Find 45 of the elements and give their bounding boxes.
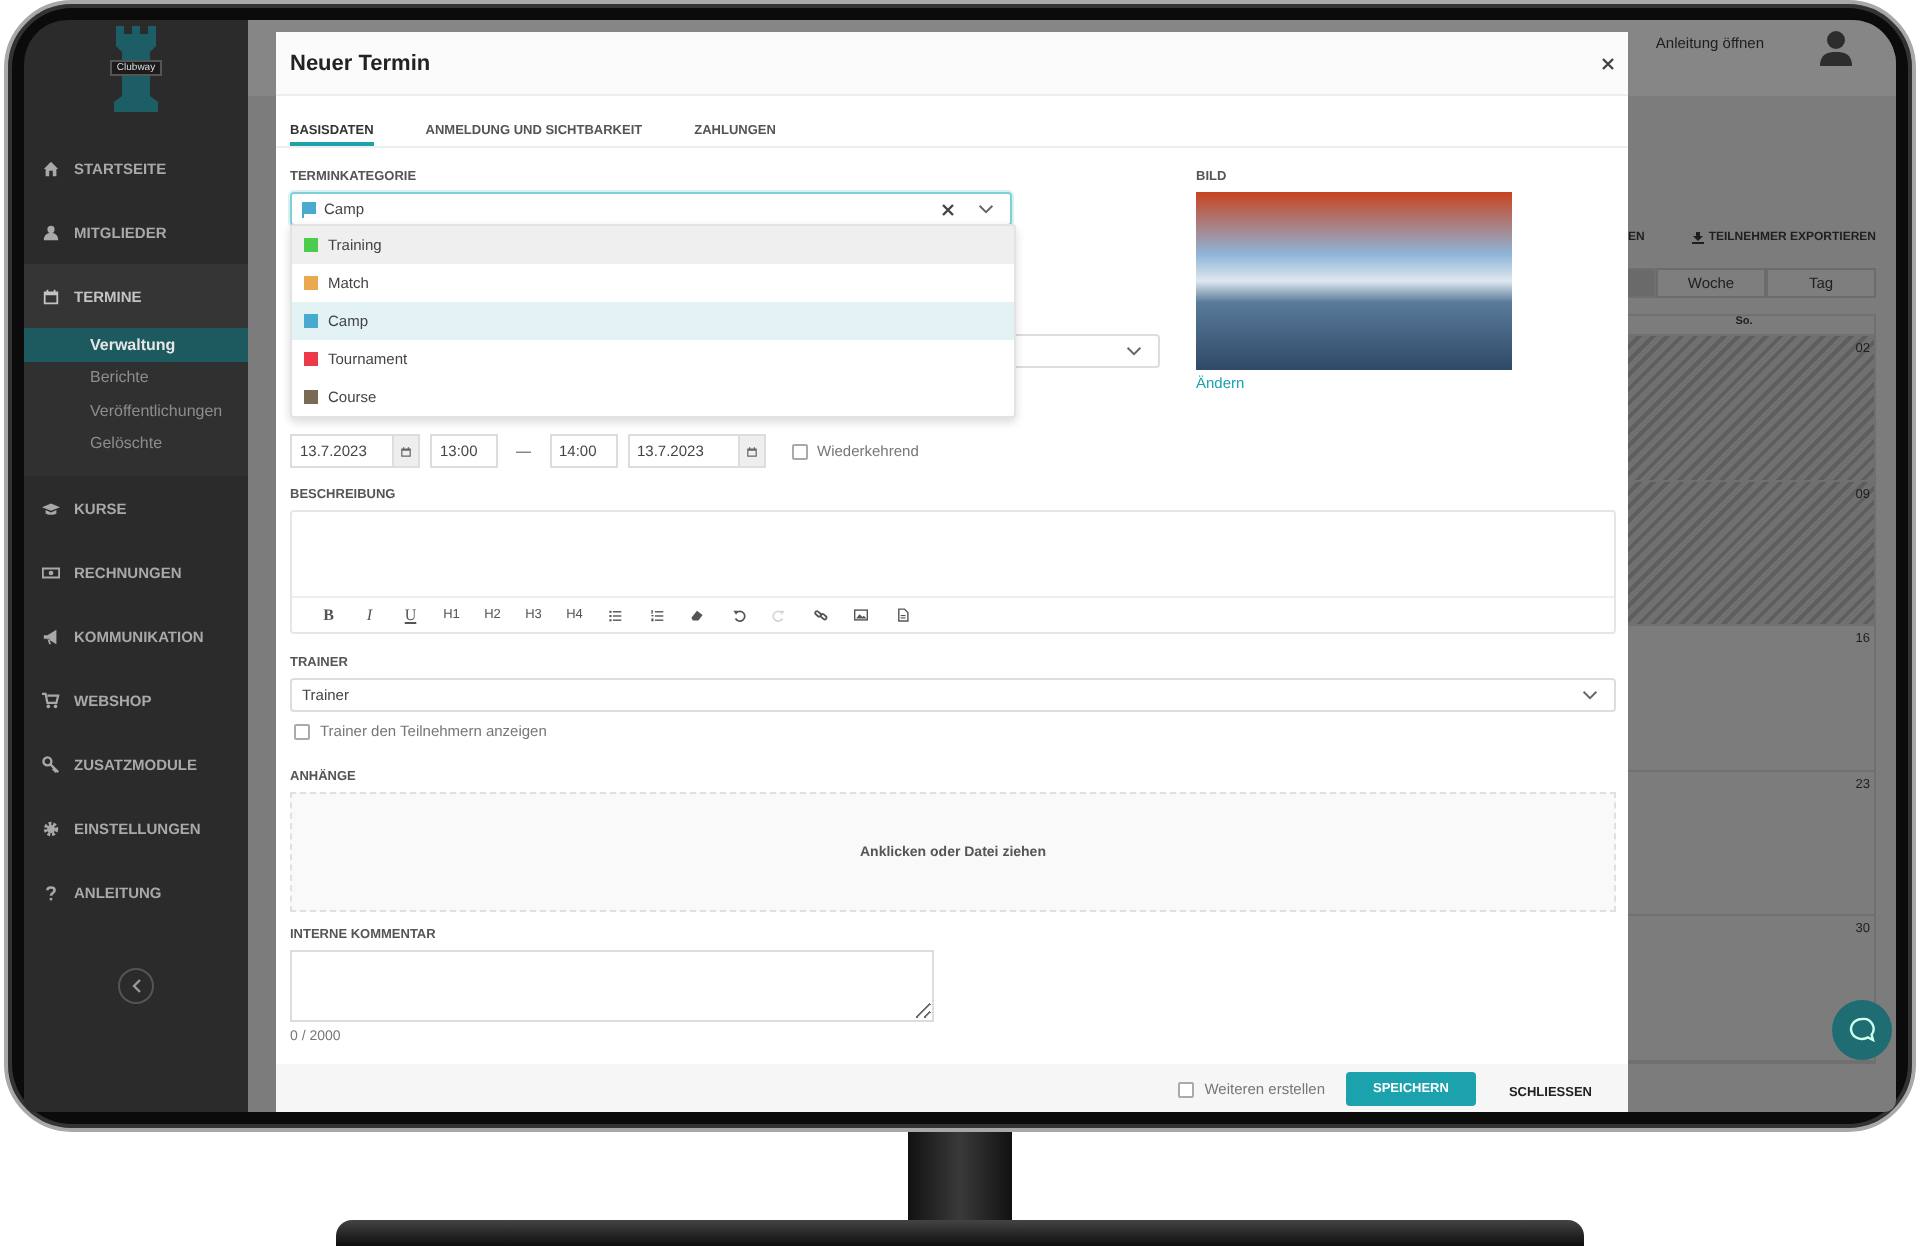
- sidebar-subitem[interactable]: Berichte: [24, 361, 248, 394]
- chevron-left-icon: [130, 978, 142, 994]
- key-icon: [42, 755, 60, 773]
- format-button[interactable]: I: [349, 601, 390, 629]
- undo-icon: [731, 608, 746, 622]
- clear-icon[interactable]: [942, 203, 954, 215]
- image-icon: [854, 608, 869, 622]
- download-icon: [1692, 232, 1705, 244]
- banknote-icon: [42, 563, 60, 581]
- sidebar-subitem[interactable]: Veröffentlichungen: [24, 394, 248, 427]
- checkbox[interactable]: [294, 723, 310, 739]
- comment-field[interactable]: [290, 950, 934, 1022]
- sidebar-subitem[interactable]: Verwaltung: [24, 328, 248, 361]
- chat-button[interactable]: [1832, 1000, 1892, 1060]
- calendar-button[interactable]: [394, 434, 420, 468]
- home-icon: [42, 159, 60, 177]
- chat-bubble-icon: [1848, 1016, 1876, 1044]
- redo-icon: [772, 608, 787, 622]
- graduation-cap-icon: [42, 499, 60, 517]
- user-icon: [42, 223, 60, 241]
- document-icon: [895, 608, 910, 622]
- user-avatar-icon[interactable]: [1820, 30, 1852, 66]
- cart-icon: [42, 691, 60, 709]
- calendar-button[interactable]: [739, 434, 765, 468]
- link-icon: [813, 608, 828, 622]
- bullet-list-icon: [608, 608, 623, 622]
- chevron-down-icon: [1126, 346, 1142, 356]
- eraser-icon: [690, 608, 705, 622]
- checkbox[interactable]: [1178, 1081, 1195, 1097]
- chevron-down-icon: [978, 204, 994, 214]
- settings-icon: [42, 819, 60, 837]
- checkbox[interactable]: [791, 443, 807, 459]
- chevron-down-icon: [1582, 690, 1598, 700]
- close-icon[interactable]: [1602, 57, 1614, 69]
- format-button[interactable]: U: [390, 601, 431, 629]
- format-button[interactable]: B: [308, 601, 349, 629]
- calendar-icon: [400, 445, 412, 457]
- dialog-title: Neuer Termin: [290, 51, 431, 75]
- calendar-icon: [42, 287, 60, 305]
- sidebar-subitem[interactable]: Gelöschte: [24, 427, 248, 460]
- megaphone-icon: [42, 627, 60, 645]
- collapse-button[interactable]: [118, 968, 154, 1004]
- help-icon: [42, 883, 60, 901]
- calendar-icon: [745, 445, 757, 457]
- numbered-list-icon: [649, 608, 664, 622]
